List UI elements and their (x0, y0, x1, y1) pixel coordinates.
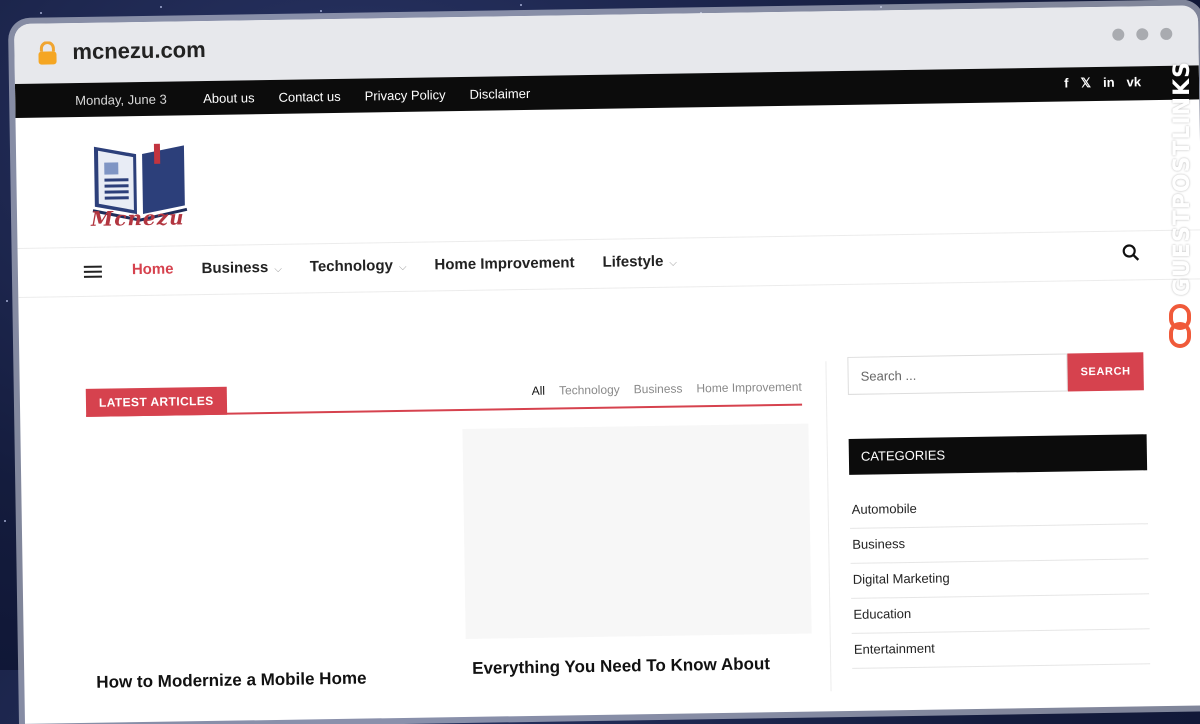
category-item[interactable]: Education (851, 595, 1150, 634)
sidebar-search-button[interactable]: SEARCH (1067, 352, 1144, 392)
window-dot[interactable] (1112, 28, 1125, 41)
category-item[interactable]: Entertainment (851, 630, 1151, 669)
sidebar-search-input[interactable]: Search ... (847, 353, 1068, 395)
filter-home-improvement[interactable]: Home Improvement (696, 380, 802, 396)
section-title: LATEST ARTICLES (85, 386, 227, 417)
filter-all[interactable]: All (532, 384, 546, 398)
top-link-contact[interactable]: Contact us (278, 89, 340, 105)
window-dot[interactable] (1136, 28, 1149, 41)
article-thumbnail[interactable] (462, 423, 812, 639)
site-logo-text[interactable]: Mcnezu (91, 205, 185, 230)
nav-item-label: Home (131, 260, 174, 279)
top-links: About us Contact us Privacy Policy Discl… (203, 86, 530, 106)
window-dot[interactable] (1160, 27, 1173, 40)
filter-technology[interactable]: Technology (559, 383, 620, 398)
nav-items: Home Business ⌵ Technology ⌵ Home Improvem… (132, 253, 677, 279)
main-navigation: Home Business ⌵ Technology ⌵ Home Improvem… (17, 229, 1200, 298)
link-chain-icon (1169, 304, 1191, 348)
nav-item-label: Home Improvement (434, 254, 575, 274)
top-link-about[interactable]: About us (203, 90, 255, 106)
lock-icon (38, 41, 57, 65)
article-thumbnail[interactable] (86, 433, 440, 639)
categories-list: Automobile Business Digital Marketing Ed… (849, 490, 1151, 670)
chevron-down-icon: ⌵ (274, 263, 282, 275)
nav-item-technology[interactable]: Technology ⌵ (309, 257, 407, 276)
window-controls (1112, 27, 1173, 41)
nav-item-business[interactable]: Business ⌵ (201, 259, 282, 277)
address-bar-url[interactable]: mcnezu.com (72, 37, 206, 65)
article-title[interactable]: Everything You Need To Know About (472, 654, 770, 679)
top-link-disclaimer[interactable]: Disclaimer (469, 86, 530, 102)
categories-heading: CATEGORIES (848, 434, 1148, 475)
chevron-down-icon: ⌵ (398, 261, 407, 273)
category-item[interactable]: Digital Marketing (850, 560, 1150, 599)
nav-item-label: Business (201, 259, 269, 278)
sidebar-divider (825, 361, 832, 692)
linkedin-icon[interactable]: in (1103, 75, 1115, 91)
article-filters: All Technology Business Home Improvement (532, 380, 802, 398)
watermark-text: GUESTPOSTLINKS (1170, 61, 1195, 296)
filter-business[interactable]: Business (634, 382, 683, 397)
nav-item-label: Technology (309, 257, 394, 276)
category-item[interactable]: Business (850, 525, 1149, 564)
hamburger-menu-icon[interactable] (83, 265, 102, 278)
search-icon[interactable] (1122, 243, 1140, 261)
category-item[interactable]: Automobile (849, 490, 1148, 529)
top-link-privacy[interactable]: Privacy Policy (365, 87, 446, 103)
browser-window: mcnezu.com Monday, June 3 About us Conta… (14, 5, 1200, 724)
nav-item-lifestyle[interactable]: Lifestyle ⌵ (602, 253, 677, 271)
facebook-icon[interactable]: f (1064, 75, 1069, 91)
social-links: f 𝕏 in vk (1064, 74, 1141, 91)
chevron-down-icon: ⌵ (669, 257, 678, 269)
nav-item-home[interactable]: Home (132, 261, 174, 279)
current-date: Monday, June 3 (75, 91, 167, 109)
nav-item-label: Lifestyle (602, 252, 664, 271)
nav-item-home-improvement[interactable]: Home Improvement (434, 254, 574, 273)
article-title[interactable]: How to Modernize a Mobile Home (96, 669, 366, 693)
vk-icon[interactable]: vk (1126, 74, 1141, 90)
latest-articles-header: LATEST ARTICLES All Technology Business … (85, 371, 803, 417)
x-twitter-icon[interactable]: 𝕏 (1080, 75, 1091, 91)
